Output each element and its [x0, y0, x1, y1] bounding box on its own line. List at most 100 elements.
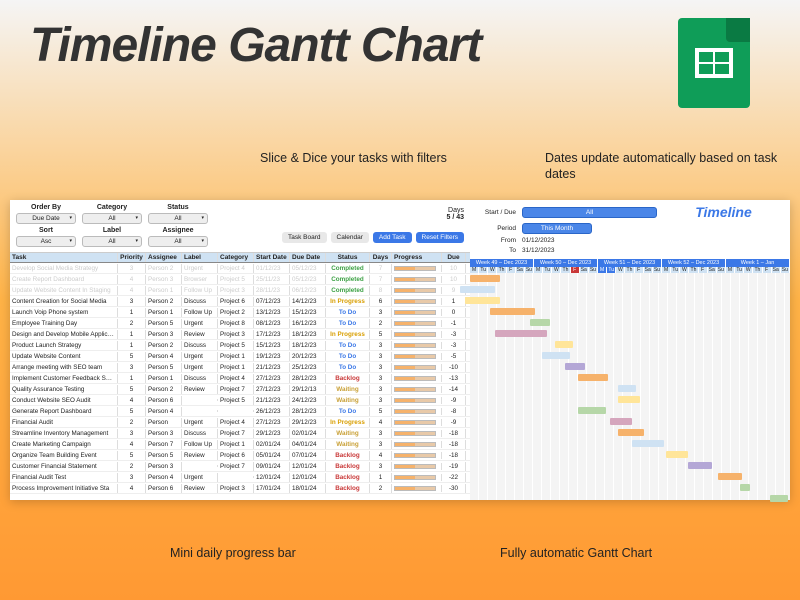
progress-bar [394, 442, 436, 447]
table-row[interactable]: Financial Audit2PersonUrgentProject 427/… [10, 417, 470, 428]
table-row[interactable]: Create Report Dashboard4Person 3BrowserP… [10, 274, 470, 285]
table-row[interactable]: Employee Training Day2Person 5UrgentProj… [10, 318, 470, 329]
table-row[interactable]: Create Marketing Campaign4Person 7Follow… [10, 439, 470, 450]
col-header: Priority [118, 253, 146, 262]
table-row[interactable]: Conduct Website SEO Audit4Person 6Projec… [10, 395, 470, 406]
progress-bar [394, 376, 436, 381]
table-row[interactable]: Process Improvement Initiative Sta4Perso… [10, 483, 470, 494]
col-header: Due Date [290, 253, 326, 262]
timeline-title: Timeline [663, 204, 784, 220]
days-label: Days [446, 207, 464, 214]
table-row[interactable]: Organize Team Building Event5Person 5Rev… [10, 450, 470, 461]
sheets-logo-icon [678, 18, 750, 108]
gantt-bar [578, 374, 608, 381]
progress-bar [394, 453, 436, 458]
progress-bar [394, 288, 436, 293]
col-header: Label [182, 253, 218, 262]
gantt-bar [470, 275, 500, 282]
progress-bar [394, 321, 436, 326]
gantt-chart [470, 273, 790, 500]
spreadsheet-panel: Order By Due Date Category All Status All D… [10, 200, 790, 500]
gantt-bar [460, 286, 495, 293]
table-row[interactable]: Customer Financial Statement2Person 3Pro… [10, 461, 470, 472]
status-label: Status [148, 204, 208, 211]
progress-bar [394, 475, 436, 480]
sort-select[interactable]: Asc [16, 236, 76, 247]
gantt-bar [530, 319, 550, 326]
col-header: Category [218, 253, 254, 262]
table-row[interactable]: Update Website Content5Person 4UrgentPro… [10, 351, 470, 362]
week-header: Week 49 – Dec 2023Week 50 – Dec 2023Week… [470, 259, 790, 267]
gantt-bar [688, 462, 712, 469]
task-board-button[interactable]: Task Board [282, 232, 327, 243]
progress-bar [394, 299, 436, 304]
order-by-select[interactable]: Due Date [16, 213, 76, 224]
to-value: 31/12/2023 [522, 247, 555, 254]
table-row[interactable]: Financial Audit Test3Person 4Urgent12/01… [10, 472, 470, 483]
col-header: Assignee [146, 253, 182, 262]
table-row[interactable]: Generate Report Dashboard5Person 426/12/… [10, 406, 470, 417]
calendar-button[interactable]: Calendar [331, 232, 369, 243]
annotation-gantt: Fully automatic Gantt Chart [500, 545, 652, 561]
gantt-bar [632, 440, 664, 447]
progress-bar [394, 464, 436, 469]
progress-bar [394, 486, 436, 491]
progress-bar [394, 431, 436, 436]
table-row[interactable]: Arrange meeting with SEO team3Person 5Ur… [10, 362, 470, 373]
annotation-dates: Dates update automatically based on task… [545, 150, 800, 183]
label-filter-label: Label [82, 227, 142, 234]
table-row[interactable]: Quality Assurance Testing5Person 2Review… [10, 384, 470, 395]
progress-bar [394, 398, 436, 403]
col-header: Progress [392, 253, 442, 262]
annotation-progress: Mini daily progress bar [170, 545, 296, 561]
order-by-label: Order By [16, 204, 76, 211]
progress-bar [394, 277, 436, 282]
table-row[interactable]: Streamline Inventory Management3Person 3… [10, 428, 470, 439]
table-row[interactable]: Implement Customer Feedback System1Perso… [10, 373, 470, 384]
col-header: Start Date [254, 253, 290, 262]
add-task-button[interactable]: Add Task [373, 232, 412, 243]
period-select[interactable]: This Month [522, 223, 592, 234]
start-due-select[interactable]: All [522, 207, 657, 218]
progress-bar [394, 266, 436, 271]
table-row[interactable]: Develop Social Media Strategy3Person 2Ur… [10, 263, 470, 274]
days-value: 5 / 43 [446, 214, 464, 221]
gantt-bar [495, 330, 547, 337]
progress-bar [394, 310, 436, 315]
gantt-bar [555, 341, 573, 348]
gantt-bar [465, 297, 500, 304]
assignee-select[interactable]: All [148, 236, 208, 247]
col-header: Status [326, 253, 370, 262]
gantt-bar [610, 418, 632, 425]
gantt-bar [718, 473, 742, 480]
reset-filters-button[interactable]: Reset Filters [416, 232, 464, 243]
task-table: TaskPriorityAssigneeLabelCategoryStart D… [10, 252, 470, 500]
table-row[interactable]: Content Creation for Social Media3Person… [10, 296, 470, 307]
sort-label: Sort [16, 227, 76, 234]
category-label: Category [82, 204, 142, 211]
table-row[interactable]: Update Website Content In Staging4Person… [10, 285, 470, 296]
label-select[interactable]: All [82, 236, 142, 247]
progress-bar [394, 332, 436, 337]
annotation-filters: Slice & Dice your tasks with filters [260, 150, 447, 166]
table-row[interactable]: Design and Develop Mobile Applications1P… [10, 329, 470, 340]
gantt-bar [578, 407, 606, 414]
gantt-bar [565, 363, 585, 370]
progress-bar [394, 354, 436, 359]
gantt-bar [542, 352, 570, 359]
col-header: Days [370, 253, 392, 262]
table-row[interactable]: Product Launch Strategy1Person 2DiscussP… [10, 340, 470, 351]
task-list-pane: Order By Due Date Category All Status All D… [10, 200, 470, 500]
category-select[interactable]: All [82, 213, 142, 224]
gantt-bar [740, 484, 750, 491]
progress-bar [394, 409, 436, 414]
filter-controls: Order By Due Date Category All Status All D… [10, 200, 470, 252]
table-row[interactable]: Launch Voip Phone system1Person 1Follow … [10, 307, 470, 318]
page-title: Timeline Gantt Chart [30, 18, 481, 73]
status-select[interactable]: All [148, 213, 208, 224]
col-header: Task [10, 253, 118, 262]
progress-bar [394, 343, 436, 348]
timeline-pane: Start / DueAllTimeline PeriodThis Month … [470, 200, 790, 500]
gantt-bar [618, 396, 640, 403]
gantt-bar [618, 385, 636, 392]
